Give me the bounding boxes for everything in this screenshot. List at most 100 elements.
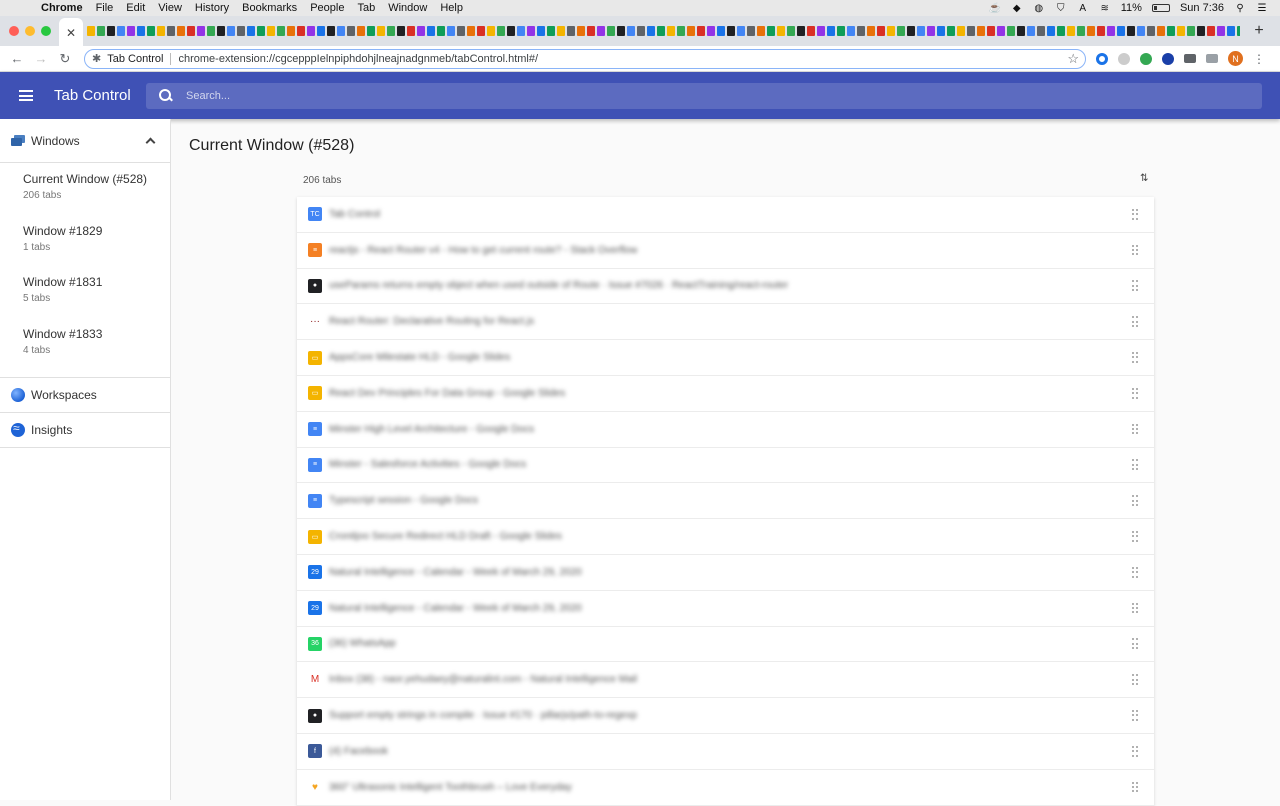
sidebar-item-window-1833[interactable]: Window #1833 4 tabs <box>0 318 170 370</box>
pinned-tab-favicon[interactable] <box>127 26 135 36</box>
drag-handle-icon[interactable] <box>1132 244 1138 256</box>
pinned-tab-favicon[interactable] <box>1017 26 1025 36</box>
menu-people[interactable]: People <box>310 2 344 14</box>
menu-view[interactable]: View <box>158 2 182 14</box>
hamburger-menu-icon[interactable] <box>19 90 33 101</box>
pinned-tab-favicon[interactable] <box>567 26 575 36</box>
drag-handle-icon[interactable] <box>1132 745 1138 757</box>
pinned-tab-favicon[interactable] <box>337 26 345 36</box>
pinned-tab-favicon[interactable] <box>597 26 605 36</box>
pinned-tab-favicon[interactable] <box>447 26 455 36</box>
tab-favicons-strip[interactable] <box>87 23 1240 39</box>
pinned-tab-favicon[interactable] <box>297 26 305 36</box>
active-tab[interactable]: ✕ <box>59 18 83 48</box>
pinned-tab-favicon[interactable] <box>307 26 315 36</box>
pinned-tab-favicon[interactable] <box>397 26 405 36</box>
sidebar-item-window-1829[interactable]: Window #1829 1 tabs <box>0 215 170 267</box>
shield-icon[interactable]: ⛉ <box>1055 3 1067 14</box>
pinned-tab-favicon[interactable] <box>1087 26 1095 36</box>
pinned-tab-favicon[interactable] <box>377 26 385 36</box>
chevron-up-icon[interactable] <box>145 137 156 148</box>
pinned-tab-favicon[interactable] <box>207 26 215 36</box>
pinned-tab-favicon[interactable] <box>1117 26 1125 36</box>
pinned-tab-favicon[interactable] <box>877 26 885 36</box>
sidebar-item-insights[interactable]: Insights <box>0 413 170 448</box>
sidebar-item-current-window[interactable]: Current Window (#528) 206 tabs <box>0 163 170 215</box>
pinned-tab-favicon[interactable] <box>477 26 485 36</box>
pinned-tab-favicon[interactable] <box>727 26 735 36</box>
menu-history[interactable]: History <box>195 2 229 14</box>
pinned-tab-favicon[interactable] <box>1007 26 1015 36</box>
tab-row[interactable]: ··· React Router: Declarative Routing for… <box>297 304 1154 341</box>
pinned-tab-favicon[interactable] <box>1037 26 1045 36</box>
menu-window[interactable]: Window <box>388 2 427 14</box>
pinned-tab-favicon[interactable] <box>187 26 195 36</box>
back-icon[interactable]: ← <box>10 51 24 66</box>
pinned-tab-favicon[interactable] <box>957 26 965 36</box>
pinned-tab-favicon[interactable] <box>287 26 295 36</box>
pinned-tab-favicon[interactable] <box>1077 26 1085 36</box>
pinned-tab-favicon[interactable] <box>517 26 525 36</box>
address-bar[interactable]: ✱ Tab Control chrome-extension://cgceppp… <box>84 48 1086 69</box>
pinned-tab-favicon[interactable] <box>997 26 1005 36</box>
menu-app-chrome[interactable]: Chrome <box>41 2 83 14</box>
pinned-tab-favicon[interactable] <box>1207 26 1215 36</box>
pinned-tab-favicon[interactable] <box>387 26 395 36</box>
pinned-tab-favicon[interactable] <box>247 26 255 36</box>
new-tab-button[interactable]: + <box>1248 22 1270 40</box>
extension-gray-icon[interactable] <box>1118 52 1130 65</box>
drag-handle-icon[interactable] <box>1132 280 1138 292</box>
pinned-tab-favicon[interactable] <box>907 26 915 36</box>
pinned-tab-favicon[interactable] <box>137 26 145 36</box>
pinned-tab-favicon[interactable] <box>107 26 115 36</box>
drag-handle-icon[interactable] <box>1132 781 1138 793</box>
pinned-tab-favicon[interactable] <box>87 26 95 36</box>
pinned-tab-favicon[interactable] <box>487 26 495 36</box>
pinned-tab-favicon[interactable] <box>417 26 425 36</box>
pinned-tab-favicon[interactable] <box>797 26 805 36</box>
pinned-tab-favicon[interactable] <box>277 26 285 36</box>
pinned-tab-favicon[interactable] <box>1217 26 1225 36</box>
drag-handle-icon[interactable] <box>1132 316 1138 327</box>
pinned-tab-favicon[interactable] <box>1027 26 1035 36</box>
pinned-tab-favicon[interactable] <box>777 26 785 36</box>
pinned-tab-favicon[interactable] <box>627 26 635 36</box>
drag-handle-icon[interactable] <box>1132 495 1138 506</box>
search-input[interactable] <box>186 89 1262 102</box>
pinned-tab-favicon[interactable] <box>537 26 545 36</box>
bookmark-star-icon[interactable]: ☆ <box>1067 51 1079 67</box>
pinned-tab-favicon[interactable] <box>937 26 945 36</box>
drag-handle-icon[interactable] <box>1132 459 1138 471</box>
clock[interactable]: Sun 7:36 <box>1180 2 1224 14</box>
battery-icon[interactable] <box>1151 4 1170 12</box>
pinned-tab-favicon[interactable] <box>1147 26 1155 36</box>
pinned-tab-favicon[interactable] <box>617 26 625 36</box>
pinned-tab-favicon[interactable] <box>117 26 125 36</box>
tab-row[interactable]: ▭ AppsCore Milestate HLD - Google Slides <box>297 340 1154 376</box>
pinned-tab-favicon[interactable] <box>427 26 435 36</box>
pinned-tab-favicon[interactable] <box>737 26 745 36</box>
minimize-window-button[interactable] <box>25 26 35 36</box>
pinned-tab-favicon[interactable] <box>1057 26 1065 36</box>
pinned-tab-favicon[interactable] <box>1187 26 1195 36</box>
drag-handle-icon[interactable] <box>1132 352 1138 363</box>
sort-icon[interactable]: ⇅ <box>1140 173 1148 184</box>
pinned-tab-favicon[interactable] <box>587 26 595 36</box>
pinned-tab-favicon[interactable] <box>227 26 235 36</box>
extension-green-icon[interactable] <box>1140 52 1152 65</box>
pinned-tab-favicon[interactable] <box>887 26 895 36</box>
reading-list-icon[interactable] <box>1206 54 1218 63</box>
search-box[interactable] <box>146 82 1262 109</box>
pinned-tab-favicon[interactable] <box>457 26 465 36</box>
pinned-tab-favicon[interactable] <box>657 26 665 36</box>
cast-icon[interactable] <box>1184 54 1196 63</box>
pinned-tab-favicon[interactable] <box>257 26 265 36</box>
pinned-tab-favicon[interactable] <box>347 26 355 36</box>
tab-row[interactable]: 29 Natural Intelligence - Calendar - Week… <box>297 591 1154 627</box>
pinned-tab-favicon[interactable] <box>467 26 475 36</box>
pinned-tab-favicon[interactable] <box>437 26 445 36</box>
pinned-tab-favicon[interactable] <box>717 26 725 36</box>
pinned-tab-favicon[interactable] <box>787 26 795 36</box>
menu-help[interactable]: Help <box>440 2 463 14</box>
tab-row[interactable]: ● useParams returns empty object when use… <box>297 269 1154 305</box>
